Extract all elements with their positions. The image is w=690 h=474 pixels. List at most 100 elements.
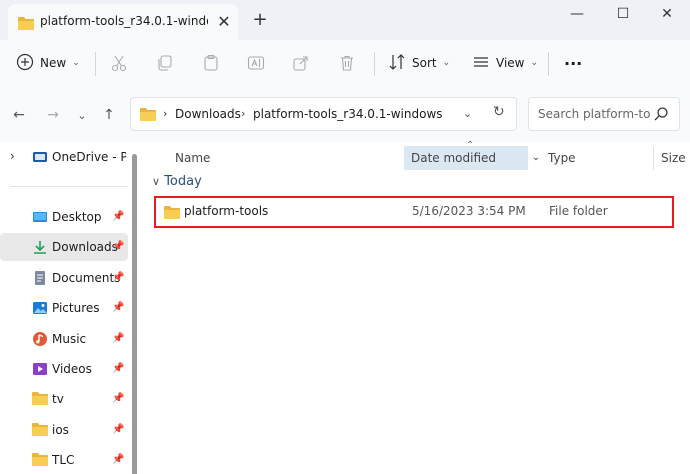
address-dropdown-icon[interactable]: ⌄ [463, 107, 472, 120]
column-header-date-menu-icon[interactable]: ⌄ [528, 146, 544, 170]
column-header-date-modified[interactable]: Date modified ⌃ [404, 140, 528, 170]
group-header-today[interactable]: ∨ Today [152, 174, 202, 189]
copy-icon[interactable] [154, 52, 176, 74]
folder-icon [32, 422, 48, 438]
group-label: Today [164, 174, 202, 189]
breadcrumb-current-folder[interactable]: platform-tools_r34.0.1-windows [253, 107, 443, 121]
more-options-button[interactable]: ··· [564, 48, 582, 78]
up-arrow-icon[interactable]: ↑ [100, 106, 118, 124]
cut-icon[interactable] [108, 52, 130, 74]
sidebar-divider [10, 186, 128, 187]
sidebar-item-videos[interactable]: Videos 📌 [0, 355, 128, 383]
window-close-button[interactable]: ✕ [644, 0, 690, 30]
breadcrumb-downloads[interactable]: Downloads [175, 107, 241, 121]
column-header-size[interactable]: Size [661, 146, 690, 170]
sidebar-scrollbar[interactable] [132, 154, 137, 474]
download-icon [32, 239, 48, 255]
sidebar-item-tv[interactable]: tv 📌 [0, 385, 128, 413]
pictures-icon [32, 300, 48, 316]
breadcrumb-separator: › [163, 107, 168, 120]
collapse-chevron-icon: ∨ [152, 175, 161, 188]
column-divider[interactable] [653, 146, 654, 170]
back-arrow-icon[interactable]: ← [10, 106, 28, 124]
search-input[interactable]: Search platform-to... [538, 107, 650, 121]
sidebar-item-label: Videos [52, 362, 92, 376]
pin-icon[interactable]: 📌 [112, 211, 124, 222]
sidebar-item-ios[interactable]: ios 📌 [0, 416, 128, 444]
address-row: ← → ⌄ ↑ › Downloads › platform-tools_r34… [0, 86, 690, 142]
pin-icon[interactable]: 📌 [112, 454, 124, 465]
pin-icon[interactable]: 📌 [112, 393, 124, 404]
delete-icon[interactable] [336, 52, 358, 74]
file-date-modified: 5/16/2023 3:54 PM [412, 204, 526, 218]
tab-title: platform-tools_r34.0.1-windows [40, 14, 208, 28]
minimize-button[interactable]: — [554, 0, 600, 30]
column-header-type[interactable]: Type [548, 146, 648, 170]
file-type: File folder [549, 204, 608, 218]
tab-close-button[interactable]: ✕ [214, 12, 234, 32]
column-header-date-label: Date modified [411, 151, 497, 165]
command-bar: New ⌄ Sort ⌄ View ⌄ ··· [0, 40, 690, 86]
forward-arrow-icon[interactable]: → [44, 106, 62, 124]
sidebar-item-label: tv [52, 392, 64, 406]
sidebar-item-label: Desktop [52, 210, 102, 224]
sidebar-item-label: Pictures [52, 301, 100, 315]
refresh-icon[interactable]: ↻ [493, 104, 505, 120]
view-button[interactable]: View ⌄ [472, 48, 538, 78]
chevron-down-icon: ⌄ [530, 58, 539, 68]
chevron-down-icon: ⌄ [72, 58, 80, 68]
recent-locations-icon[interactable]: ⌄ [73, 106, 91, 124]
paste-icon[interactable] [200, 52, 222, 74]
desktop-icon [32, 209, 48, 225]
view-button-label: View [496, 56, 525, 70]
sidebar-item-music[interactable]: Music 📌 [0, 325, 128, 353]
videos-icon [32, 361, 48, 377]
address-bar[interactable]: › Downloads › platform-tools_r34.0.1-win… [130, 97, 517, 131]
pin-icon[interactable]: 📌 [112, 363, 124, 374]
sidebar-item-tlc[interactable]: TLC 📌 [0, 446, 128, 474]
pin-icon[interactable]: 📌 [112, 302, 124, 313]
rename-icon[interactable] [245, 52, 267, 74]
sidebar-item-pictures[interactable]: Pictures 📌 [0, 294, 128, 322]
search-icon [653, 106, 669, 125]
sort-indicator-icon: ⌃ [466, 140, 475, 151]
sidebar-item-label: TLC [52, 453, 75, 467]
pin-icon[interactable]: 📌 [112, 333, 124, 344]
sidebar-item-downloads[interactable]: Downloads 📌 [0, 233, 128, 261]
folder-icon [164, 205, 180, 222]
column-header-name[interactable]: Name [175, 146, 395, 170]
share-icon[interactable] [290, 52, 312, 74]
sidebar-item-label: Music [52, 332, 87, 346]
expand-chevron-icon[interactable]: › [10, 149, 15, 163]
sidebar-item-label: Downloads [52, 240, 118, 254]
navigation-pane: › OneDrive - Per Desktop 📌 Downloads 📌 D… [0, 142, 142, 474]
toolbar-divider [548, 52, 549, 76]
add-icon [16, 53, 34, 74]
table-row[interactable]: platform-tools 5/16/2023 3:54 PM File fo… [154, 196, 674, 228]
chevron-down-icon: ⌄ [442, 58, 451, 68]
sidebar-item-label: ios [52, 423, 69, 437]
document-icon [32, 270, 48, 286]
sidebar-item-desktop[interactable]: Desktop 📌 [0, 203, 128, 231]
folder-icon [32, 391, 48, 407]
pin-icon[interactable]: 📌 [112, 424, 124, 435]
toolbar-divider [95, 52, 96, 76]
folder-icon [18, 16, 34, 33]
sort-button-label: Sort [412, 56, 437, 70]
maximize-button[interactable]: ☐ [600, 0, 646, 30]
view-icon [472, 53, 490, 74]
title-bar: platform-tools_r34.0.1-windows ✕ + — ☐ ✕ [0, 0, 690, 40]
sidebar-item-onedrive[interactable]: › OneDrive - Per [0, 143, 128, 171]
pin-icon[interactable]: 📌 [112, 272, 124, 283]
onedrive-icon [32, 149, 48, 165]
breadcrumb-separator: › [241, 107, 246, 120]
pin-icon[interactable]: 📌 [112, 241, 124, 252]
sidebar-item-documents[interactable]: Documents 📌 [0, 264, 128, 292]
new-button[interactable]: New ⌄ [16, 48, 80, 78]
sort-button[interactable]: Sort ⌄ [388, 48, 450, 78]
file-name: platform-tools [184, 204, 269, 218]
tab-active[interactable]: platform-tools_r34.0.1-windows ✕ [8, 4, 238, 40]
new-tab-button[interactable]: + [248, 8, 272, 32]
search-box[interactable]: Search platform-to... [528, 97, 680, 131]
folder-icon [140, 107, 156, 124]
